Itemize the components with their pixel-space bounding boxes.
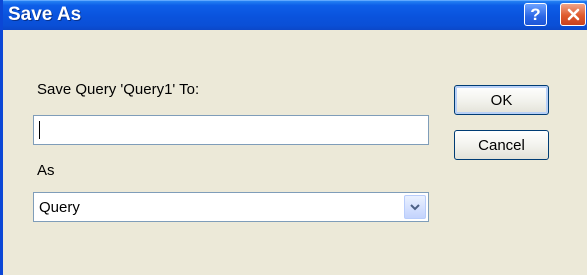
save-as-dialog: Save As ? Save Query 'Query1' To: As Que… (0, 0, 587, 275)
close-button[interactable] (560, 3, 586, 26)
as-type-value: Query (39, 199, 80, 216)
save-to-label: Save Query 'Query1' To: (37, 81, 200, 98)
text-cursor (39, 121, 40, 139)
query-name-input[interactable] (33, 115, 429, 145)
dropdown-button[interactable] (404, 195, 426, 219)
cancel-button[interactable]: Cancel (454, 130, 549, 160)
dialog-title: Save As (8, 4, 82, 25)
as-type-select[interactable]: Query (33, 192, 429, 222)
title-bar[interactable]: Save As ? (3, 0, 587, 30)
ok-button[interactable]: OK (454, 85, 549, 115)
chevron-down-icon (410, 204, 420, 211)
as-label: As (37, 162, 55, 179)
help-button[interactable]: ? (524, 3, 547, 26)
close-icon (567, 8, 579, 21)
help-icon: ? (530, 4, 541, 24)
